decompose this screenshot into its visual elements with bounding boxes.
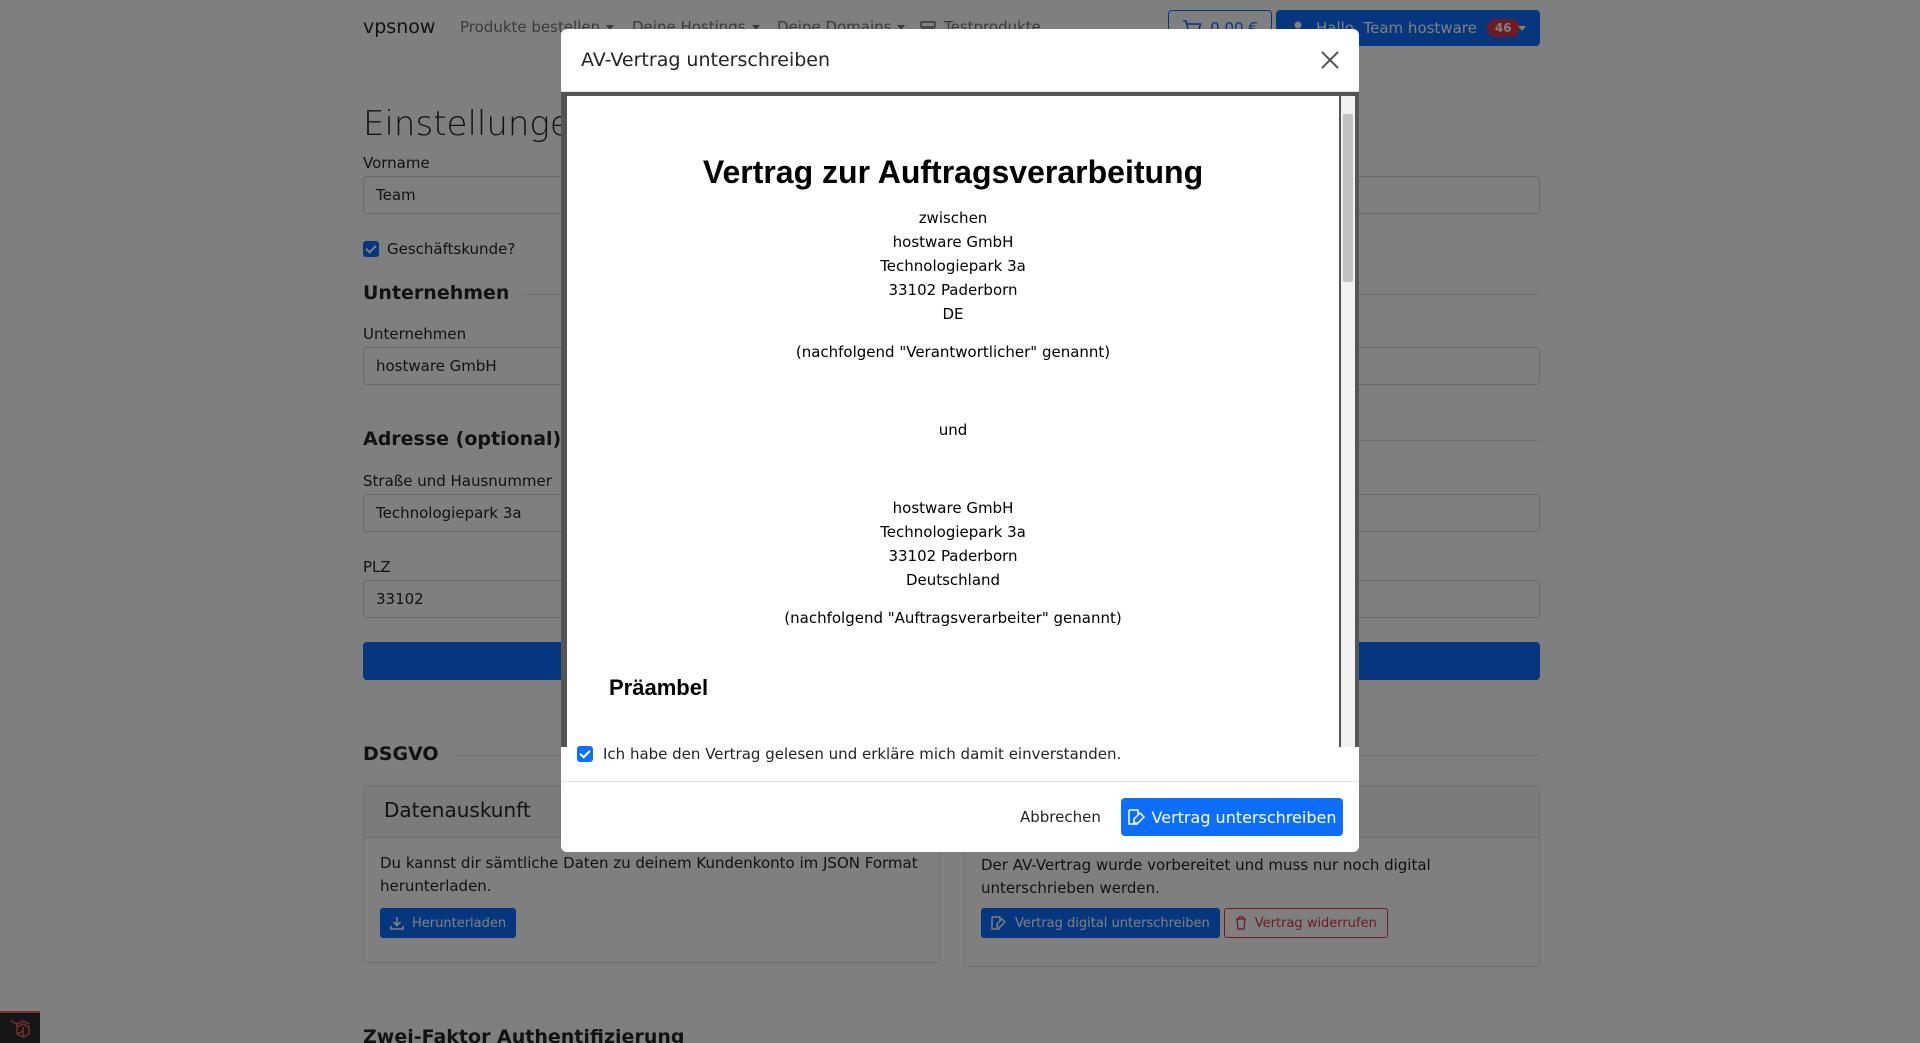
consent-label: Ich habe den Vertrag gelesen und erkläre… [603, 745, 1122, 763]
party2-country: Deutschland [905, 571, 1001, 589]
modal-title: AV-Vertrag unterschreiben [581, 49, 831, 71]
party1-street: Technologiepark 3a [880, 257, 1026, 275]
preamble-heading: Präambel [609, 675, 709, 700]
checkbox-checked-icon [577, 746, 593, 762]
party1-city: 33102 Paderborn [888, 281, 1018, 299]
party1-country: DE [942, 305, 964, 323]
contract-between: zwischen [918, 209, 988, 227]
contract-document-viewer[interactable]: Vertrag zur Auftragsverarbeitung zwische… [561, 92, 1359, 747]
cancel-button[interactable]: Abbrechen [1008, 798, 1113, 836]
party1-name: hostware GmbH [892, 233, 1014, 251]
close-icon [1321, 51, 1339, 69]
party2-city: 33102 Paderborn [888, 547, 1018, 565]
av-contract-modal: AV-Vertrag unterschreiben Vertrag zur Au… [561, 29, 1359, 852]
party2-street: Technologiepark 3a [880, 523, 1026, 541]
sign-contract-label: Vertrag unterschreiben [1151, 807, 1337, 827]
contract-and: und [938, 421, 968, 439]
party1-role: (nachfolgend "Verantwortlicher" genannt) [795, 343, 1111, 361]
consent-checkbox[interactable]: Ich habe den Vertrag gelesen und erkläre… [577, 745, 1121, 763]
signature-icon [1127, 809, 1145, 825]
scrollbar-thumb[interactable] [1343, 114, 1353, 282]
party2-role: (nachfolgend "Auftragsverarbeiter" genan… [784, 609, 1122, 627]
document-scrollbar[interactable] [1341, 96, 1355, 747]
sign-contract-button[interactable]: Vertrag unterschreiben [1121, 798, 1343, 836]
modal-footer: Abbrechen Vertrag unterschreiben [561, 781, 1359, 852]
party2-name: hostware GmbH [892, 499, 1014, 517]
close-button[interactable] [1319, 49, 1341, 71]
modal-header: AV-Vertrag unterschreiben [561, 29, 1359, 92]
contract-heading: Vertrag zur Auftragsverarbeitung [702, 154, 1204, 190]
contract-document-page: Vertrag zur Auftragsverarbeitung zwische… [567, 96, 1339, 747]
